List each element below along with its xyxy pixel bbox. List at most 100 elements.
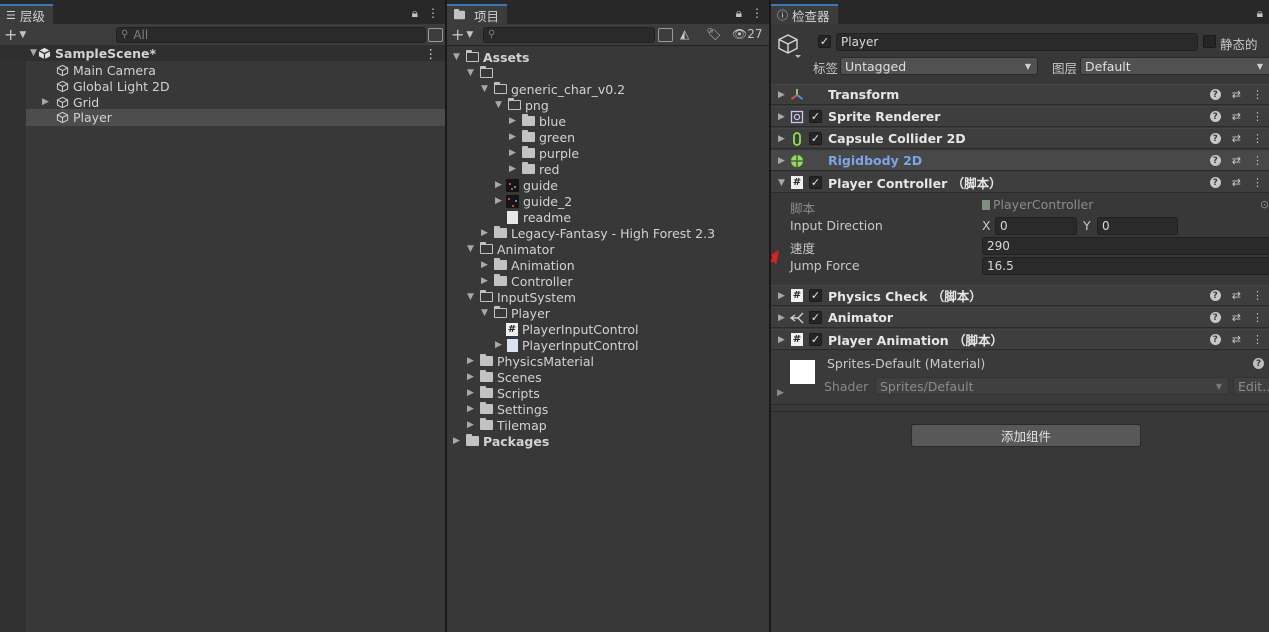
- hierarchy-item-global-light[interactable]: Global Light 2D: [56, 78, 170, 94]
- layer-dropdown[interactable]: Default ▼: [1080, 57, 1269, 75]
- expand-arrow-icon[interactable]: ▶: [509, 148, 517, 158]
- expand-arrow-icon[interactable]: ▶: [778, 313, 790, 323]
- more-menu-icon[interactable]: ⋮: [1252, 132, 1263, 145]
- lock-icon[interactable]: 🔒︎: [412, 6, 418, 21]
- enabled-checkbox[interactable]: ✓: [809, 176, 822, 189]
- lock-icon[interactable]: 🔒︎: [736, 6, 742, 21]
- tree-item-player-folder[interactable]: ▼ Player: [481, 305, 550, 321]
- component-physics-check[interactable]: ▶ # ✓ Physics Check （脚本） ? ⇄ ⋮: [771, 285, 1269, 306]
- create-button[interactable]: + ▼: [0, 26, 32, 43]
- presets-icon[interactable]: ⇄: [1232, 311, 1241, 324]
- more-menu-icon[interactable]: ⋮: [427, 6, 439, 20]
- component-transform[interactable]: ▶ Transform ? ⇄ ⋮: [771, 84, 1269, 105]
- help-icon[interactable]: ?: [1209, 312, 1221, 323]
- presets-icon[interactable]: ⇄: [1232, 154, 1241, 167]
- input-direction-y-field[interactable]: 0: [1097, 217, 1178, 235]
- component-animator[interactable]: ▶ ✓ Animator ? ⇄ ⋮: [771, 307, 1269, 328]
- tree-item-animation[interactable]: ▶ Animation: [481, 257, 575, 273]
- gameobject-icon-selector[interactable]: [778, 33, 802, 59]
- script-object-field[interactable]: PlayerController: [982, 197, 1093, 212]
- hierarchy-search-field[interactable]: ⚲ All: [116, 26, 426, 43]
- component-rigidbody-2d[interactable]: ▶ Rigidbody 2D ? ⇄ ⋮: [771, 150, 1269, 171]
- tree-item-scripts[interactable]: ▶ Scripts: [467, 385, 540, 401]
- more-menu-icon[interactable]: ⋮: [1252, 88, 1263, 101]
- speed-field[interactable]: 290: [982, 237, 1269, 255]
- help-icon[interactable]: ?: [1209, 111, 1221, 122]
- hierarchy-item-main-camera[interactable]: Main Camera: [56, 62, 156, 78]
- expand-arrow-icon[interactable]: ▶: [778, 335, 790, 345]
- help-icon[interactable]: ?: [1209, 89, 1221, 100]
- more-menu-icon[interactable]: ⋮: [1252, 154, 1263, 167]
- expand-arrow-icon[interactable]: ▶: [778, 134, 790, 144]
- expand-arrow-icon[interactable]: ▶: [467, 388, 475, 398]
- tree-item-inputsystem[interactable]: ▼ InputSystem: [467, 289, 576, 305]
- tree-item-player-input-asset[interactable]: ▶ PlayerInputControl: [495, 337, 638, 353]
- enabled-checkbox[interactable]: ✓: [809, 110, 822, 123]
- expand-arrow-icon[interactable]: ▼: [778, 178, 790, 188]
- expand-arrow-icon[interactable]: ▶: [467, 356, 475, 366]
- expand-arrow-icon[interactable]: ▶: [453, 436, 461, 446]
- tree-item-scenes[interactable]: ▶ Scenes: [467, 369, 542, 385]
- expand-arrow-icon[interactable]: ▼: [453, 52, 461, 62]
- component-player-animation[interactable]: ▶ # ✓ Player Animation （脚本） ? ⇄ ⋮: [771, 329, 1269, 350]
- expand-arrow-icon[interactable]: ▼: [467, 68, 475, 78]
- expand-arrow-icon[interactable]: ▶: [509, 164, 517, 174]
- tree-item-purple[interactable]: ▶ purple: [509, 145, 579, 161]
- component-capsule-collider-2d[interactable]: ▶ ✓ Capsule Collider 2D ? ⇄ ⋮: [771, 128, 1269, 149]
- enabled-checkbox[interactable]: ✓: [809, 289, 822, 302]
- presets-icon[interactable]: ⇄: [1232, 88, 1241, 101]
- expand-arrow-icon[interactable]: ▶: [481, 276, 489, 286]
- presets-icon[interactable]: ⇄: [1232, 176, 1241, 189]
- presets-icon[interactable]: ⇄: [1232, 110, 1241, 123]
- shader-dropdown[interactable]: Sprites/Default ▼: [875, 377, 1229, 395]
- expand-arrow-icon[interactable]: ▶: [481, 228, 489, 238]
- expand-arrow-icon[interactable]: ▶: [777, 388, 784, 398]
- create-asset-button[interactable]: + ▼: [447, 26, 479, 43]
- expand-arrow-icon[interactable]: ▼: [481, 84, 489, 94]
- expand-arrow-icon[interactable]: ▶: [495, 340, 503, 350]
- object-picker-icon[interactable]: ⊙: [1260, 198, 1269, 211]
- jump-force-field[interactable]: 16.5: [982, 257, 1269, 275]
- help-icon[interactable]: ?: [1209, 334, 1221, 345]
- tree-item-packages[interactable]: ▶ Packages: [453, 433, 549, 449]
- expand-arrow-icon[interactable]: ▼: [467, 292, 475, 302]
- expand-arrow-icon[interactable]: ▶: [509, 116, 517, 126]
- expand-arrow-icon[interactable]: ▼: [495, 100, 503, 110]
- project-search-field[interactable]: ⚲: [483, 26, 655, 43]
- expand-arrow-icon[interactable]: ▶: [481, 260, 489, 270]
- tree-item-red[interactable]: ▶ red: [509, 161, 560, 177]
- tag-icon[interactable]: 🏷︎: [706, 27, 721, 41]
- add-component-button[interactable]: 添加组件: [911, 424, 1141, 447]
- object-name-field[interactable]: Player: [836, 33, 1198, 51]
- expand-arrow-icon[interactable]: ▶: [467, 420, 475, 430]
- tree-item-assets[interactable]: ▼ Assets: [453, 49, 529, 65]
- tree-item-readme[interactable]: readme: [506, 209, 571, 225]
- active-checkbox[interactable]: ✓: [818, 35, 831, 48]
- tree-item-physicsmaterial[interactable]: ▶ PhysicsMaterial: [467, 353, 594, 369]
- expand-arrow-icon[interactable]: ▶: [467, 404, 475, 414]
- expand-arrow-icon[interactable]: ▼: [467, 244, 475, 254]
- help-icon[interactable]: ?: [1209, 133, 1221, 144]
- presets-icon[interactable]: ⇄: [1232, 132, 1241, 145]
- enabled-checkbox[interactable]: ✓: [809, 311, 822, 324]
- expand-arrow-icon[interactable]: ▶: [778, 291, 790, 301]
- presets-icon[interactable]: ⇄: [1232, 289, 1241, 302]
- tree-item-controller[interactable]: ▶ Controller: [481, 273, 573, 289]
- tab-inspector[interactable]: ⓘ 检查器: [771, 4, 838, 24]
- tab-project[interactable]: 项目: [447, 4, 508, 24]
- scene-row[interactable]: ▼ SampleScene* ⋮: [0, 45, 445, 61]
- filter-by-type-icon[interactable]: ◭: [680, 27, 689, 41]
- tab-hierarchy[interactable]: ☰ 层级: [0, 4, 53, 24]
- hierarchy-item-grid[interactable]: ▶ Grid: [42, 94, 99, 110]
- hierarchy-item-player[interactable]: Player: [26, 109, 445, 126]
- help-icon[interactable]: ?: [1209, 177, 1221, 188]
- static-checkbox[interactable]: [1203, 35, 1216, 48]
- search-by-type-button[interactable]: [658, 28, 673, 42]
- more-menu-icon[interactable]: ⋮: [751, 6, 763, 20]
- help-icon[interactable]: ?: [1253, 358, 1264, 369]
- tree-item-guide[interactable]: ▶ guide: [495, 177, 558, 193]
- tree-item-player-input-script[interactable]: # PlayerInputControl: [506, 321, 638, 337]
- tree-item-legacy-fantasy[interactable]: ▶ Legacy-Fantasy - High Forest 2.3: [481, 225, 715, 241]
- tree-item-animator[interactable]: ▼ Animator: [467, 241, 554, 257]
- lock-icon[interactable]: 🔒︎: [1257, 6, 1263, 21]
